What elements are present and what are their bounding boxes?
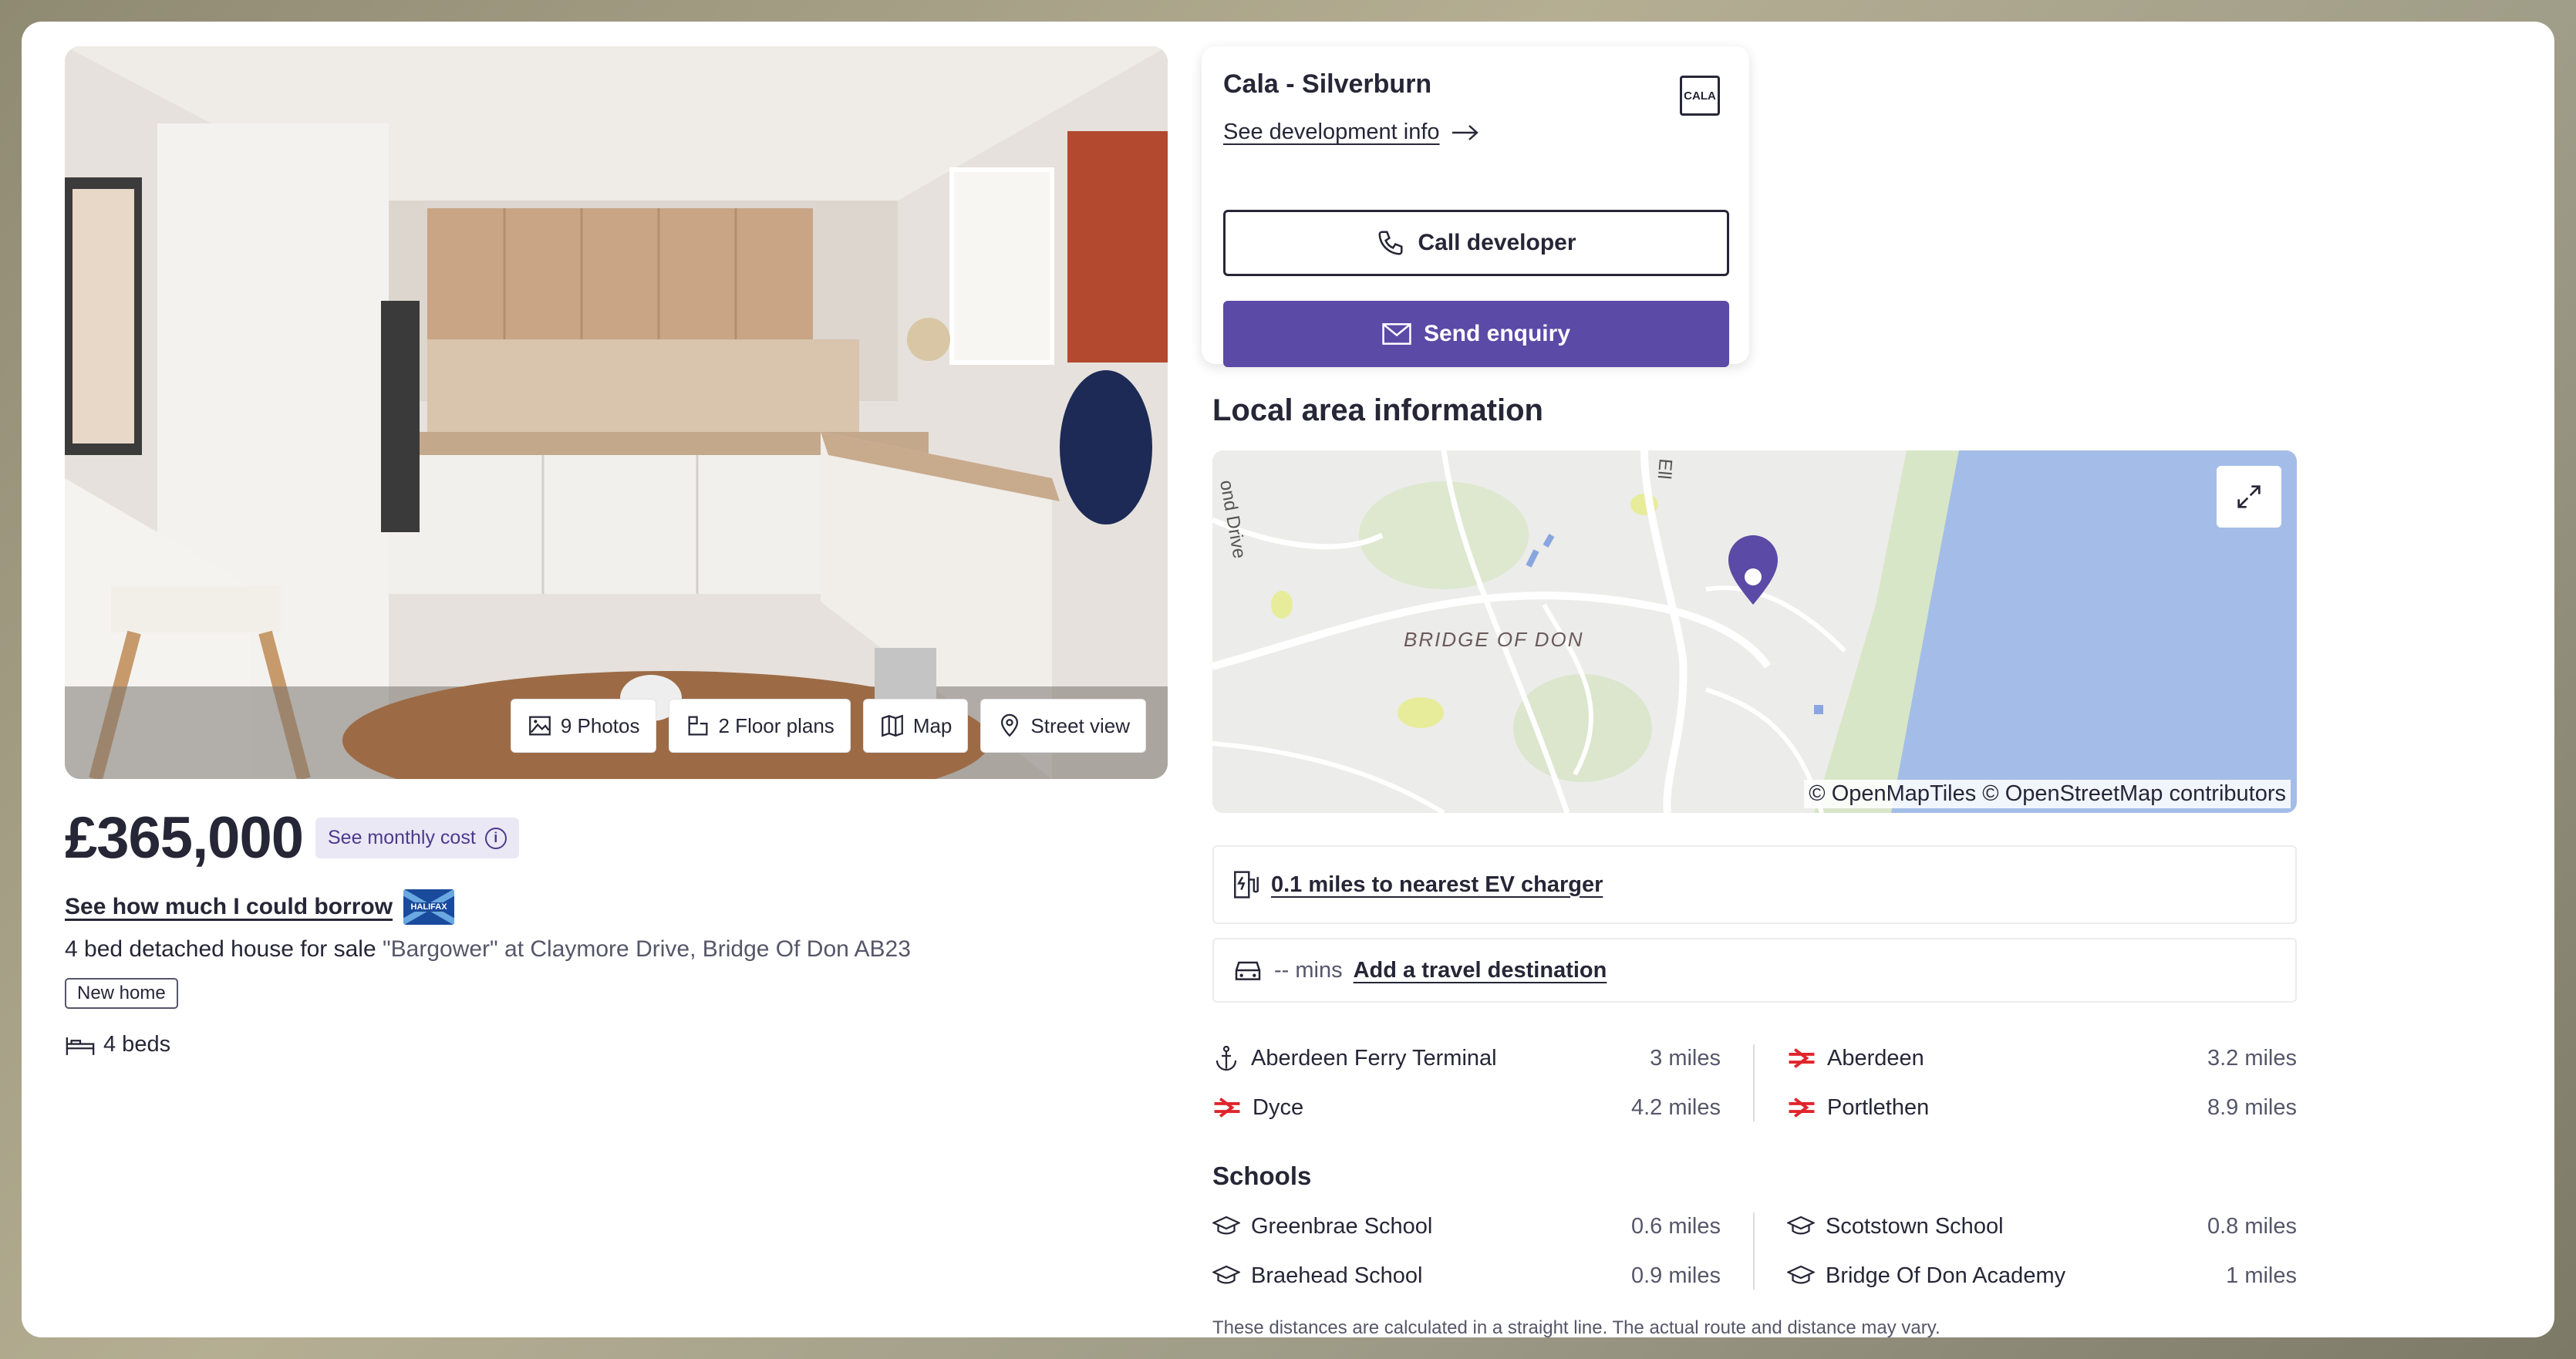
property-type: 4 bed detached house for sale — [65, 936, 376, 962]
transport-item: Aberdeen 3.2 miles — [1787, 1044, 2297, 1072]
call-developer-button[interactable]: Call developer — [1223, 210, 1729, 276]
graduation-cap-icon — [1787, 1265, 1815, 1284]
area-map[interactable]: ond Drive BRIDGE OF DON Ell © OpenMapTil… — [1212, 450, 2297, 813]
map-canvas: ond Drive BRIDGE OF DON Ell — [1212, 450, 2297, 813]
property-description: 4 bed detached house for sale "Bargower"… — [65, 936, 911, 963]
developer-name: Cala - Silverburn — [1223, 69, 1432, 99]
phone-icon — [1378, 231, 1403, 255]
floor-plan-icon — [688, 716, 707, 736]
ev-charger-icon — [1234, 871, 1259, 899]
rail-icon — [1214, 1098, 1240, 1118]
local-area-title: Local area information — [1212, 393, 1543, 427]
property-address: "Bargower" at Claymore Drive, Bridge Of … — [382, 936, 911, 962]
location-pin-icon — [1001, 713, 1019, 737]
schools-title: Schools — [1212, 1162, 1312, 1190]
add-travel-destination-link[interactable]: Add a travel destination — [1354, 958, 1607, 983]
info-icon: i — [484, 827, 507, 849]
street-view-button[interactable]: Street view — [980, 699, 1146, 753]
travel-row: -- mins Add a travel destination — [1212, 938, 2297, 1003]
graduation-cap-icon — [1212, 1265, 1240, 1284]
school-item: Greenbrae School 0.6 miles — [1212, 1212, 1721, 1240]
map-attribution: © OpenMapTiles © OpenStreetMap contribut… — [1804, 780, 2291, 808]
monthly-cost-label: See monthly cost — [328, 827, 476, 848]
expand-map-button[interactable] — [2217, 466, 2281, 528]
area-label: BRIDGE OF DON — [1404, 628, 1584, 651]
call-developer-label: Call developer — [1418, 230, 1576, 255]
floor-plans-label: 2 Floor plans — [718, 713, 835, 737]
developer-card: Cala - Silverburn See development info C… — [1202, 46, 1749, 367]
photos-label: 9 Photos — [560, 713, 640, 737]
development-info-link[interactable]: See development info — [1223, 120, 1728, 145]
borrow-link[interactable]: See how much I could borrow — [65, 894, 393, 920]
road-label-2: Ell — [1654, 457, 1676, 480]
schools-list: Greenbrae School 0.6 miles Braehead Scho… — [1212, 1212, 2297, 1290]
property-photo[interactable]: 9 Photos 2 Floor plans Map Street view — [65, 46, 1168, 779]
distance-disclaimer: These distances are calculated in a stra… — [1212, 1317, 1940, 1337]
travel-minutes: -- mins — [1274, 957, 1343, 983]
envelope-icon — [1382, 323, 1411, 345]
bed-icon — [66, 1037, 95, 1055]
beds-info: 4 beds — [65, 1032, 170, 1057]
rail-icon — [1789, 1098, 1815, 1118]
photos-button[interactable]: 9 Photos — [510, 699, 656, 753]
map-icon — [881, 714, 903, 737]
kitchen-illustration — [65, 46, 1168, 779]
transport-item: Dyce 4.2 miles — [1212, 1094, 1721, 1121]
cala-logo: CALA — [1680, 76, 1720, 116]
graduation-cap-icon — [1212, 1216, 1240, 1235]
halifax-logo: HALIFAX — [403, 889, 455, 925]
image-icon — [528, 716, 551, 736]
ev-charger-row: 0.1 miles to nearest EV charger — [1212, 845, 2297, 924]
price: £365,000 — [65, 805, 304, 871]
graduation-cap-icon — [1787, 1216, 1815, 1235]
school-item: Bridge Of Don Academy 1 miles — [1787, 1262, 2297, 1290]
transport-item: Portlethen 8.9 miles — [1787, 1094, 2297, 1121]
floor-plans-button[interactable]: 2 Floor plans — [668, 699, 851, 753]
borrow-row: See how much I could borrow HALIFAX — [65, 889, 455, 925]
map-label: Map — [912, 713, 953, 737]
car-icon — [1235, 961, 1261, 980]
monthly-cost-button[interactable]: See monthly cost i — [315, 818, 519, 858]
transport-list: Aberdeen Ferry Terminal 3 miles Dyce 4.2… — [1212, 1044, 2297, 1121]
map-button[interactable]: Map — [862, 699, 969, 753]
page-card: 9 Photos 2 Floor plans Map Street view £… — [22, 22, 2554, 1337]
school-item: Scotstown School 0.8 miles — [1787, 1212, 2297, 1240]
ev-charger-link[interactable]: 0.1 miles to nearest EV charger — [1271, 872, 1603, 898]
send-enquiry-label: Send enquiry — [1423, 321, 1571, 346]
send-enquiry-button[interactable]: Send enquiry — [1223, 301, 1729, 367]
school-item: Braehead School 0.9 miles — [1212, 1262, 1721, 1290]
street-view-label: Street view — [1030, 713, 1130, 737]
arrow-right-icon — [1452, 124, 1479, 140]
transport-item: Aberdeen Ferry Terminal 3 miles — [1212, 1044, 1721, 1072]
price-row: £365,000 See monthly cost i — [65, 804, 519, 872]
rail-icon — [1789, 1048, 1815, 1068]
expand-icon — [2237, 485, 2261, 508]
anchor-icon — [1216, 1045, 1237, 1071]
new-home-badge: New home — [65, 978, 178, 1009]
beds-label: 4 beds — [103, 1032, 171, 1057]
